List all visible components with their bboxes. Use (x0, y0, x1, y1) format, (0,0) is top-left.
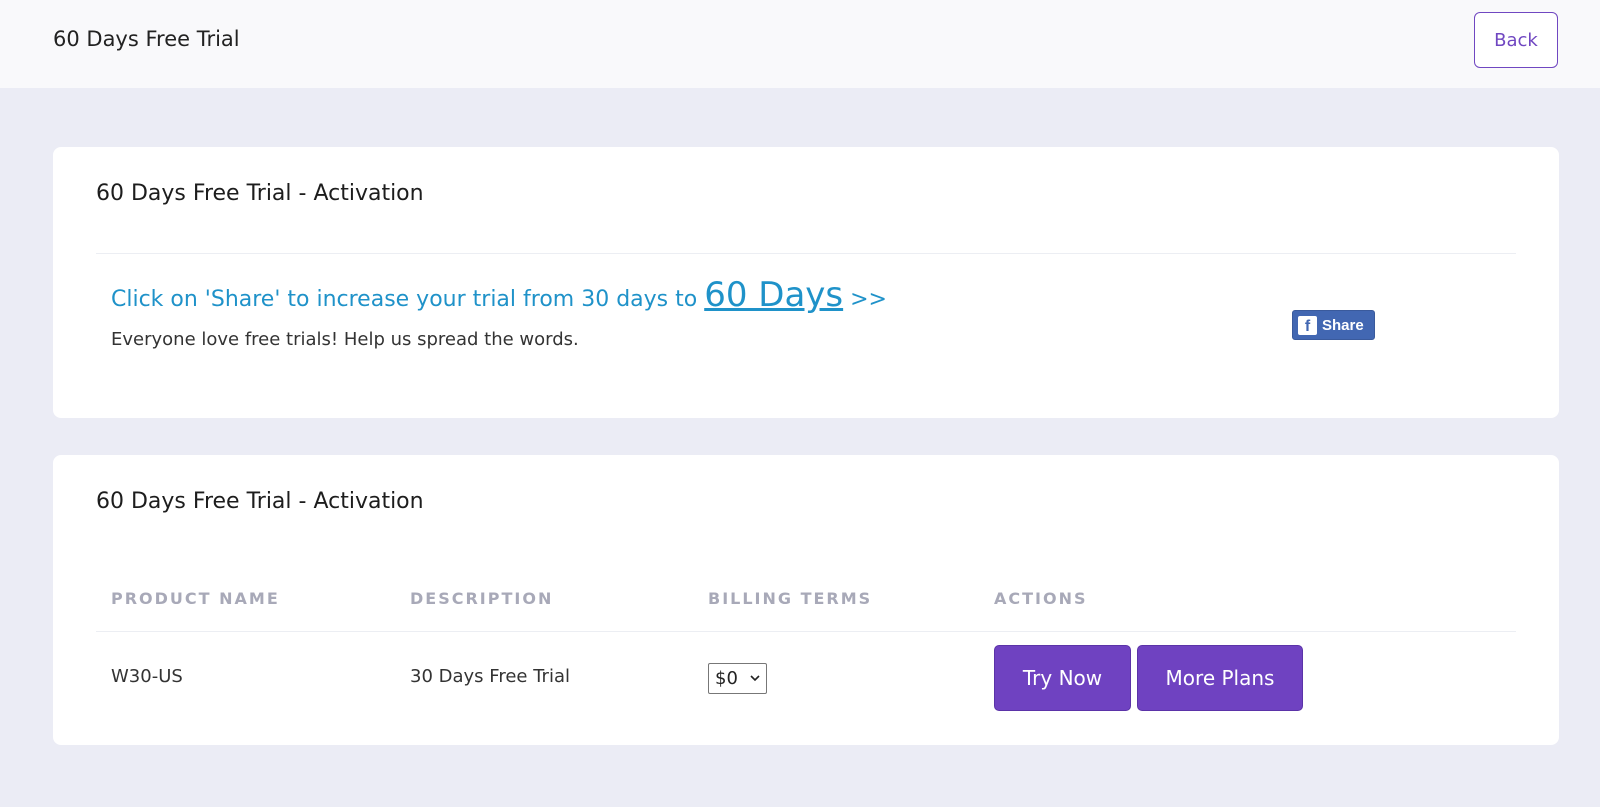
facebook-share-button[interactable]: f Share (1292, 310, 1375, 340)
share-card-title: 60 Days Free Trial - Activation (96, 181, 424, 206)
try-now-button[interactable]: Try Now (994, 645, 1131, 711)
column-header-description: DESCRIPTION (410, 589, 554, 608)
share-promo: Click on 'Share' to increase your trial … (111, 275, 887, 315)
share-promo-prefix: Click on 'Share' to increase your trial … (111, 287, 698, 312)
description-cell: 30 Days Free Trial (410, 666, 570, 687)
product-name-cell: W30-US (111, 666, 183, 687)
page-title: 60 Days Free Trial (53, 27, 240, 51)
billing-terms-select[interactable]: $0 (708, 663, 767, 694)
billing-terms-value: $0 (715, 668, 738, 689)
table-divider (96, 631, 1516, 632)
chevron-down-icon (750, 675, 760, 682)
products-card-title: 60 Days Free Trial - Activation (96, 489, 424, 514)
column-header-billing-terms: BILLING TERMS (708, 589, 873, 608)
top-bar: 60 Days Free Trial Back (0, 0, 1600, 88)
divider (96, 253, 1516, 254)
facebook-icon: f (1298, 315, 1317, 335)
sixty-days-link[interactable]: 60 Days (704, 275, 843, 315)
share-subtext: Everyone love free trials! Help us sprea… (111, 329, 579, 350)
more-plans-button[interactable]: More Plans (1137, 645, 1303, 711)
back-button[interactable]: Back (1474, 12, 1558, 68)
column-header-product-name: PRODUCT NAME (111, 589, 280, 608)
products-card: 60 Days Free Trial - Activation PRODUCT … (53, 455, 1559, 745)
share-promo-suffix: >> (850, 287, 887, 312)
column-header-actions: ACTIONS (994, 589, 1088, 608)
share-card: 60 Days Free Trial - Activation Click on… (53, 147, 1559, 418)
facebook-share-label: Share (1322, 316, 1364, 334)
